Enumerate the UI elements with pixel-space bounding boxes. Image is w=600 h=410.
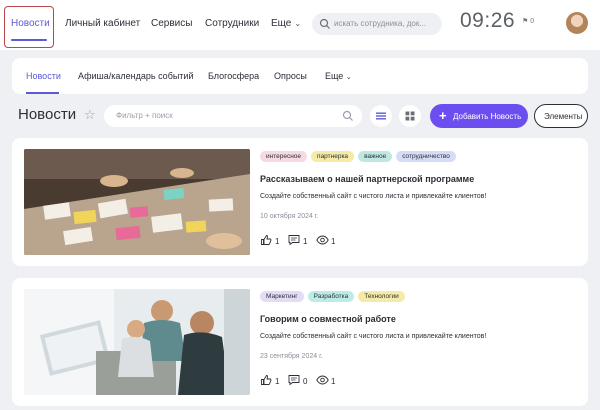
grid-view-button[interactable] <box>399 105 421 127</box>
comments-count: 0 <box>303 377 308 386</box>
page-title: Новости <box>18 106 77 123</box>
active-underline <box>11 39 47 41</box>
top-header: Новости Личный кабинет Сервисы Сотрудник… <box>0 0 600 50</box>
tag[interactable]: Маркетинг <box>260 291 304 302</box>
subnav-item-polls[interactable]: Опросы <box>274 71 307 81</box>
news-date: 10 октября 2024 г. <box>260 213 319 220</box>
filter-search-input[interactable]: Фильтр + поиск <box>104 105 362 127</box>
tag[interactable]: партнерка <box>311 151 355 162</box>
tag[interactable]: интересное <box>260 151 308 162</box>
thumbs-up-icon <box>261 375 272 385</box>
topnav-more-label: Еще <box>271 18 292 29</box>
star-icon[interactable]: ☆ <box>84 107 96 123</box>
subnav-item-blogs[interactable]: Блогосфера <box>208 71 259 81</box>
search-placeholder: искать сотрудника, док... <box>334 19 427 28</box>
eye-icon <box>316 235 329 245</box>
news-description: Создайте собственный сайт с чистого лист… <box>260 333 487 340</box>
chevron-down-icon: ⌄ <box>294 19 302 28</box>
tag[interactable]: важное <box>358 151 393 162</box>
comments-count: 1 <box>303 237 308 246</box>
subnav-item-events[interactable]: Афиша/календарь событий <box>78 71 194 81</box>
comment-icon <box>288 375 300 386</box>
search-icon <box>342 110 353 121</box>
views-count: 1 <box>331 377 336 386</box>
news-thumbnail[interactable] <box>24 289 250 395</box>
news-thumbnail[interactable] <box>24 149 250 255</box>
comment-icon <box>288 235 300 246</box>
list-view-button[interactable] <box>370 105 392 127</box>
eye-icon <box>316 375 329 385</box>
grid-icon <box>405 111 415 121</box>
tag-list: интересное партнерка важное сотрудничество <box>260 151 460 163</box>
search-input[interactable]: искать сотрудника, док... <box>312 13 442 35</box>
news-date: 23 сентября 2024 г. <box>260 353 323 360</box>
likes-count: 1 <box>275 377 280 386</box>
flag-counter[interactable]: ⚑ 0 <box>522 17 534 25</box>
subnav-active-underline <box>26 92 59 94</box>
likes-count: 1 <box>275 237 280 246</box>
tag[interactable]: Технологии <box>358 291 405 302</box>
news-title[interactable]: Говорим о совместной работе <box>260 314 396 324</box>
list-icon <box>376 112 386 120</box>
news-description: Создайте собственный сайт с чистого лист… <box>260 193 487 200</box>
clock: 09:26 <box>460 9 516 32</box>
topnav-item-services[interactable]: Сервисы <box>151 18 192 29</box>
add-news-button[interactable]: + Добавить Новость <box>430 104 528 128</box>
topnav-item-cabinet[interactable]: Личный кабинет <box>65 18 140 29</box>
news-card[interactable]: интересное партнерка важное сотрудничество … <box>12 138 588 266</box>
news-title[interactable]: Рассказываем о нашей партнерской програм… <box>260 174 474 184</box>
search-icon <box>319 18 330 29</box>
views-count: 1 <box>331 237 336 246</box>
meeting-photo <box>24 149 250 255</box>
tag[interactable]: сотрудничество <box>396 151 456 162</box>
elements-button[interactable]: Элементы <box>534 104 588 128</box>
topnav-item-news[interactable]: Новости <box>4 6 54 48</box>
thumbs-up-icon <box>261 235 272 245</box>
chevron-down-icon: ⌄ <box>345 74 352 81</box>
add-news-label: Добавить Новость <box>453 112 522 121</box>
subnav-item-news[interactable]: Новости <box>26 71 61 81</box>
team-photo <box>24 289 250 395</box>
plus-icon: + <box>439 108 447 123</box>
news-card[interactable]: Маркетинг Разработка Технологии Говорим о … <box>12 278 588 406</box>
topnav-more[interactable]: Еще ⌄ <box>271 18 301 29</box>
elements-label: Элементы <box>544 112 583 121</box>
tag[interactable]: Разработка <box>307 291 355 302</box>
avatar[interactable] <box>566 12 588 34</box>
topnav-item-employees[interactable]: Сотрудники <box>205 18 259 29</box>
topnav-item-label: Новости <box>11 18 50 29</box>
subnav-item-more[interactable]: Еще ⌄ <box>325 71 352 81</box>
subnav-more-label: Еще <box>325 71 344 81</box>
tag-list: Маркетинг Разработка Технологии <box>260 291 409 303</box>
filter-placeholder: Фильтр + поиск <box>116 111 173 120</box>
sub-navigation: Новости Афиша/календарь событий Блогосфе… <box>12 58 588 94</box>
